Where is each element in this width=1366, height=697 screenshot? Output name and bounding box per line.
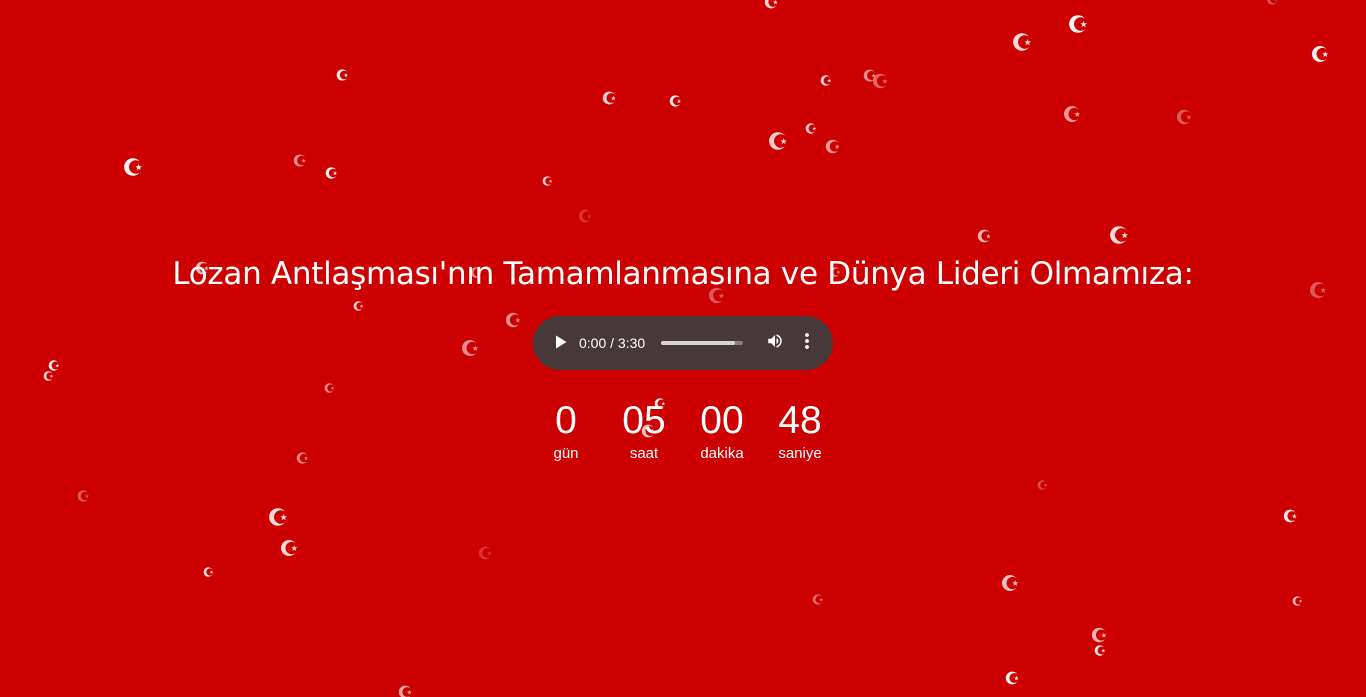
- crescent-star-icon: [280, 538, 300, 558]
- crescent-star-icon: [764, 0, 780, 10]
- crescent-star-icon: [602, 90, 618, 106]
- countdown-minutes-label: dakika: [700, 445, 744, 462]
- audio-progress-slider[interactable]: [661, 341, 744, 345]
- countdown-days-value: 0: [555, 399, 577, 442]
- audio-player[interactable]: 0:00 / 3:30: [533, 316, 833, 370]
- countdown-minutes: 00 dakika: [690, 398, 754, 464]
- crescent-star-icon: [43, 370, 55, 382]
- crescent-star-icon: [820, 74, 833, 87]
- crescent-star-icon: [1176, 108, 1194, 126]
- crescent-star-icon: [542, 175, 554, 187]
- crescent-star-icon: [478, 545, 494, 561]
- crescent-star-icon: [1037, 479, 1049, 491]
- countdown-days: 0 gün: [534, 398, 598, 464]
- crescent-star-icon: [293, 153, 308, 168]
- crescent-star-icon: [336, 68, 350, 82]
- crescent-star-icon: [1292, 595, 1304, 607]
- crescent-star-icon: [1005, 670, 1021, 686]
- crescent-star-icon: [123, 156, 145, 178]
- crescent-star-icon: [1068, 13, 1090, 35]
- crescent-star-icon: [203, 566, 215, 578]
- crescent-star-icon: [863, 68, 878, 83]
- crescent-star-icon: [77, 489, 91, 503]
- countdown-hours: 05 saat: [612, 398, 676, 464]
- crescent-star-icon: [48, 359, 61, 372]
- crescent-star-icon: [1091, 626, 1109, 644]
- crescent-star-icon: [1283, 508, 1299, 524]
- crescent-star-icon: [398, 684, 414, 697]
- crescent-star-icon: [872, 72, 890, 90]
- countdown-hours-value: 05: [622, 399, 666, 442]
- play-icon: [555, 334, 567, 353]
- audio-progress-fill: [661, 341, 735, 345]
- crescent-star-icon: [1012, 31, 1034, 53]
- crescent-star-icon: [1311, 44, 1331, 64]
- crescent-star-icon: [977, 228, 993, 244]
- crescent-star-icon: [1266, 0, 1280, 6]
- volume-icon: [766, 332, 784, 354]
- more-options-button[interactable]: [797, 333, 817, 353]
- page-title: Lozan Antlaşması'nın Tamamlanmasına ve D…: [172, 256, 1194, 292]
- volume-button[interactable]: [765, 333, 785, 353]
- crescent-star-icon: [812, 593, 825, 606]
- more-vertical-icon: [804, 332, 810, 354]
- crescent-star-icon: [1001, 573, 1021, 593]
- crescent-star-icon: [324, 382, 336, 394]
- audio-time-display: 0:00 / 3:30: [579, 335, 646, 351]
- page: Lozan Antlaşması'nın Tamamlanmasına ve D…: [0, 0, 1366, 697]
- countdown: 0 gün 05 saat 00 dakika 48 saniye: [0, 398, 1366, 464]
- crescent-star-icon: [353, 300, 365, 312]
- crescent-star-icon: [1094, 644, 1107, 657]
- countdown-seconds-value: 48: [778, 399, 822, 442]
- crescent-star-icon: [578, 208, 594, 224]
- crescent-star-icon: [1063, 104, 1083, 124]
- countdown-seconds: 48 saniye: [768, 398, 832, 464]
- crescent-star-icon: [505, 311, 523, 329]
- countdown-seconds-label: saniye: [778, 445, 822, 462]
- countdown-minutes-value: 00: [700, 399, 744, 442]
- crescent-star-icon: [825, 138, 842, 155]
- countdown-days-label: gün: [553, 445, 579, 462]
- crescent-star-icon: [805, 122, 818, 135]
- crescent-star-icon: [461, 338, 481, 358]
- play-button[interactable]: [553, 335, 569, 351]
- crescent-star-icon: [325, 166, 339, 180]
- crescent-star-icon: [1109, 224, 1131, 246]
- crescent-star-icon: [268, 506, 290, 528]
- crescent-star-icon: [768, 130, 790, 152]
- countdown-hours-label: saat: [629, 445, 659, 462]
- crescent-star-icon: [669, 94, 683, 108]
